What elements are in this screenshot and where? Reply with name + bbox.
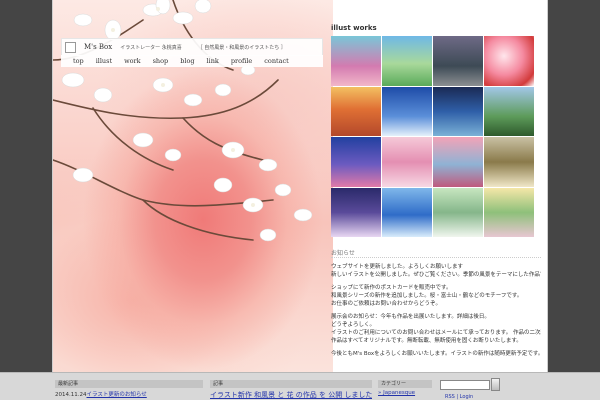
illust-thumbnail[interactable] bbox=[382, 187, 432, 237]
news-line: 新しいイラストを公開しました。ぜひご覧ください。季節の風景をテーマにした作品です… bbox=[331, 272, 541, 278]
site-tagline: イラストレーター 永桃真喜 bbox=[120, 44, 182, 51]
left-background bbox=[0, 0, 52, 372]
nav-shop[interactable]: shop bbox=[153, 57, 169, 65]
footer-bar: 最新記事 2014.11.24イラスト更新のお知らせ 記事 イラスト新作 和風景… bbox=[0, 372, 600, 400]
illust-thumbnail[interactable] bbox=[484, 137, 534, 187]
recent-post-date: 2014.11.24 bbox=[55, 392, 87, 398]
illust-thumbnail[interactable] bbox=[331, 187, 381, 237]
page-container: M's Box イラストレーター 永桃真喜 ［ 自然風景・和風景のイラストたち … bbox=[52, 0, 548, 372]
article-link[interactable]: イラスト新作 和風景 と 花 の作品 を 公開 しました の お知らせ です bbox=[210, 391, 372, 399]
site-name[interactable]: M's Box bbox=[84, 43, 112, 51]
illust-thumbnail[interactable] bbox=[433, 187, 483, 237]
site-catchphrase: ［ 自然風景・和風景のイラストたち ］ bbox=[197, 44, 286, 51]
illust-thumbnail[interactable] bbox=[484, 86, 534, 136]
rss-login-links[interactable]: RSS | Login bbox=[445, 394, 473, 400]
illust-thumbnail[interactable] bbox=[382, 86, 432, 136]
right-background bbox=[548, 0, 600, 372]
illust-thumbnail[interactable] bbox=[331, 137, 381, 187]
recent-posts-heading: 最新記事 bbox=[55, 380, 203, 388]
news-line: どうぞよろしく。 bbox=[331, 322, 376, 328]
news-line: ウェブサイトを更新しました。よろしくお願いします bbox=[331, 264, 464, 270]
illust-thumbnail[interactable] bbox=[382, 137, 432, 187]
site-header: M's Box イラストレーター 永桃真喜 ［ 自然風景・和風景のイラストたち … bbox=[61, 38, 323, 56]
illust-thumbnail[interactable] bbox=[433, 86, 483, 136]
illust-works-grid bbox=[331, 36, 534, 237]
nav-link[interactable]: link bbox=[207, 57, 219, 65]
nav-work[interactable]: work bbox=[124, 57, 141, 65]
illust-thumbnail[interactable] bbox=[484, 187, 534, 237]
recent-post-link[interactable]: イラスト更新のお知らせ bbox=[87, 392, 147, 398]
news-divider bbox=[331, 257, 541, 258]
illust-thumbnail[interactable] bbox=[433, 36, 483, 86]
illust-thumbnail[interactable] bbox=[433, 137, 483, 187]
footer-articles: 記事 イラスト新作 和風景 と 花 の作品 を 公開 しました の お知らせ で… bbox=[210, 380, 372, 400]
news-line: ショップにて新作のポストカードを販売中です。 bbox=[331, 285, 452, 291]
nav-blog[interactable]: blog bbox=[180, 57, 194, 65]
search-button[interactable] bbox=[491, 378, 500, 391]
illust-thumbnail[interactable] bbox=[331, 36, 381, 86]
news-line: イラストのご利用についてのお問い合わせはメールにて承っております。 作品の二次利… bbox=[331, 330, 541, 336]
search-input[interactable] bbox=[440, 380, 490, 390]
illust-thumbnail[interactable] bbox=[382, 36, 432, 86]
articles-heading: 記事 bbox=[210, 380, 372, 388]
footer-recent-posts: 最新記事 2014.11.24イラスト更新のお知らせ bbox=[55, 380, 203, 398]
news-heading: お知らせ bbox=[331, 250, 355, 257]
nav-contact[interactable]: contact bbox=[264, 57, 288, 65]
main-nav: top illust work shop blog link profile c… bbox=[61, 55, 323, 67]
nav-profile[interactable]: profile bbox=[231, 57, 252, 65]
categories-heading: カテゴリー bbox=[378, 380, 432, 388]
news-line: 展示会のお知らせ：今年も作品を出展いたします。詳細は後日。 bbox=[331, 314, 490, 320]
logo-icon[interactable] bbox=[65, 41, 76, 53]
illust-works-heading: illust works bbox=[331, 24, 377, 32]
news-line: 今後ともM's Boxをよろしくお願いいたします。イラストの新作は随時更新予定で… bbox=[331, 351, 541, 357]
nav-illust[interactable]: illust bbox=[96, 57, 112, 65]
illust-thumbnail[interactable] bbox=[331, 86, 381, 136]
nav-top[interactable]: top bbox=[73, 57, 84, 65]
news-line: お仕事のご依頼はお問い合わせからどうぞ。 bbox=[331, 301, 442, 307]
news-line: 和風景シリーズの新作を追加しました。桜・富士山・鶴などのモチーフです。 bbox=[331, 293, 523, 299]
illust-thumbnail[interactable] bbox=[484, 36, 534, 86]
footer-categories: カテゴリー » Japanesque bbox=[378, 380, 432, 396]
news-line: 作品はすべてオリジナルです。無断転載、無断使用を固くお断りいたします。 bbox=[331, 338, 522, 344]
category-link-japanesque[interactable]: » Japanesque bbox=[378, 390, 415, 396]
